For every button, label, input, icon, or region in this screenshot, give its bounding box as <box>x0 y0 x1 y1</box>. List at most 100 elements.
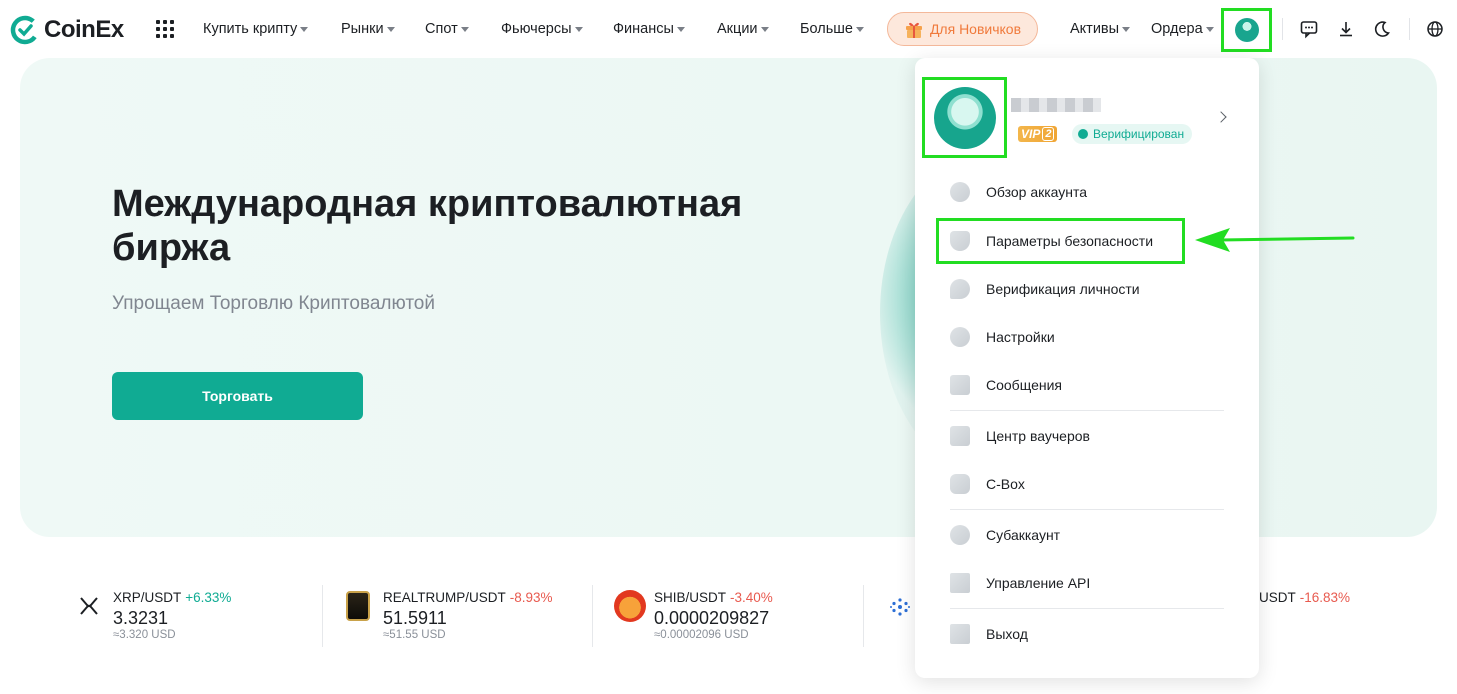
verified-label: Верифицирован <box>1093 127 1185 141</box>
vip-level: 2 <box>1042 127 1055 141</box>
menu-item-logout[interactable]: Выход <box>950 622 1028 646</box>
cardano-coin-icon <box>890 598 910 616</box>
menu-item-security-settings[interactable]: Параметры безопасности <box>950 229 1153 253</box>
api-icon <box>950 573 970 593</box>
caret-down-icon <box>1122 27 1131 32</box>
vip-badge: VIP 2 <box>1018 126 1058 142</box>
caret-down-icon <box>300 27 309 32</box>
menu-separator <box>950 509 1224 510</box>
nav-spot[interactable]: Спот <box>425 21 469 37</box>
pair-change: -16.83% <box>1299 590 1351 605</box>
menu-item-voucher-center[interactable]: Центр ваучеров <box>950 424 1090 448</box>
menu-item-c-box[interactable]: C-Box <box>950 472 1025 496</box>
menu-item-label: Центр ваучеров <box>986 428 1090 444</box>
account-avatar-button[interactable] <box>1221 8 1272 52</box>
caret-down-icon <box>386 27 395 32</box>
nav-markets[interactable]: Рынки <box>341 21 395 37</box>
nav-more[interactable]: Больше <box>800 21 864 37</box>
trade-button[interactable]: Торговать <box>112 372 363 420</box>
globe-language-icon[interactable] <box>1425 19 1445 39</box>
hero-title: Международная криптовалютная биржа <box>112 183 743 269</box>
menu-item-subaccount[interactable]: Субаккаунт <box>950 523 1060 547</box>
nav-promotions[interactable]: Акции <box>717 21 769 37</box>
chevron-right-icon[interactable] <box>1215 111 1227 123</box>
xrp-coin-icon <box>80 597 98 615</box>
menu-item-label: Настройки <box>986 329 1055 345</box>
ticker-divider <box>322 585 323 647</box>
verified-check-icon <box>1078 129 1088 139</box>
subaccount-icon <box>950 525 970 545</box>
ticker-pair: XRP/USDT +6.33% <box>113 590 231 605</box>
envelope-icon <box>950 375 970 395</box>
caret-down-icon <box>760 27 769 32</box>
pair-price: 51.5911 <box>383 608 447 628</box>
menu-item-label: Сообщения <box>986 377 1062 393</box>
pair-name: XRP/USDT <box>113 590 182 605</box>
gift-icon <box>905 22 922 38</box>
ticker-divider <box>863 585 864 647</box>
nav-futures[interactable]: Фьючерсы <box>501 21 583 37</box>
nav-label: Финансы <box>613 21 674 37</box>
caret-down-icon <box>460 27 469 32</box>
nav-buy-crypto[interactable]: Купить крипту <box>203 21 309 37</box>
pair-name: USDT <box>1259 590 1296 605</box>
logout-icon <box>950 624 970 644</box>
menu-item-identity-verification[interactable]: Верификация личности <box>950 277 1140 301</box>
menu-item-messages[interactable]: Сообщения <box>950 373 1062 397</box>
pair-usd-approx: ≈51.55 USD <box>383 629 446 641</box>
menu-item-label: Обзор аккаунта <box>986 184 1088 200</box>
ticker-pair: SHIB/USDT -3.40% <box>654 590 773 605</box>
ticker-pair: REALTRUMP/USDT -8.93% <box>383 590 553 605</box>
menu-item-label: Субаккаунт <box>986 527 1061 543</box>
box-icon <box>950 474 970 494</box>
logo-text: CoinEx <box>44 16 124 43</box>
nav-label: Спот <box>425 21 458 37</box>
promo-label: Для Новичков <box>929 21 1022 37</box>
pair-name: REALTRUMP/USDT <box>383 590 506 605</box>
header-divider <box>1282 18 1283 40</box>
shield-icon <box>950 231 970 251</box>
pair-change: +6.33% <box>185 590 232 605</box>
nav-assets[interactable]: Активы <box>1070 21 1131 37</box>
menu-item-settings[interactable]: Настройки <box>950 325 1055 349</box>
apps-grid-icon[interactable] <box>156 20 174 38</box>
menu-separator <box>950 608 1224 609</box>
account-dropdown-menu: VIP 2 Верифицирован Обзор аккаунта Параме… <box>915 58 1259 678</box>
menu-separator <box>950 410 1224 411</box>
vip-label: VIP <box>1021 127 1041 141</box>
pair-usd-approx: ≈3.320 USD <box>113 629 176 641</box>
menu-item-label: Параметры безопасности <box>986 233 1154 249</box>
pie-chart-icon <box>950 182 970 202</box>
menu-item-api-management[interactable]: Управление API <box>950 571 1090 595</box>
header-divider <box>1409 18 1410 40</box>
realtrump-coin-icon <box>346 591 370 621</box>
nav-label: Купить крипту <box>203 21 298 37</box>
ticker-pair: USDT -16.83% <box>1259 590 1350 605</box>
shib-coin-icon <box>614 590 646 622</box>
id-verification-icon <box>950 279 970 299</box>
username-redacted <box>1011 98 1101 112</box>
annotation-arrow-icon <box>1195 228 1355 252</box>
caret-down-icon <box>1205 27 1214 32</box>
moon-icon[interactable] <box>1372 19 1392 39</box>
caret-down-icon <box>855 27 864 32</box>
pair-price: 3.3231 <box>113 608 169 628</box>
gear-icon <box>950 327 970 347</box>
nav-orders[interactable]: Ордера <box>1151 21 1214 37</box>
nav-label: Акции <box>717 21 758 37</box>
menu-item-account-overview[interactable]: Обзор аккаунта <box>950 180 1087 204</box>
menu-item-label: C-Box <box>986 476 1025 492</box>
download-icon[interactable] <box>1336 19 1356 39</box>
ticker-divider <box>592 585 593 647</box>
nav-finance[interactable]: Финансы <box>613 21 685 37</box>
menu-item-label: Верификация личности <box>986 281 1140 297</box>
profile-avatar <box>933 86 996 149</box>
chat-icon[interactable] <box>1299 19 1319 39</box>
menu-item-label: Выход <box>986 626 1028 642</box>
profile-avatar-highlight[interactable] <box>922 77 1007 158</box>
coinex-logo[interactable]: CoinEx <box>10 15 124 45</box>
pair-change: -3.40% <box>730 590 773 605</box>
newcomer-promo-button[interactable]: Для Новичков <box>887 12 1038 46</box>
hero-subtitle: Упрощаем Торговлю Криптовалютой <box>112 293 435 314</box>
voucher-icon <box>950 426 970 446</box>
